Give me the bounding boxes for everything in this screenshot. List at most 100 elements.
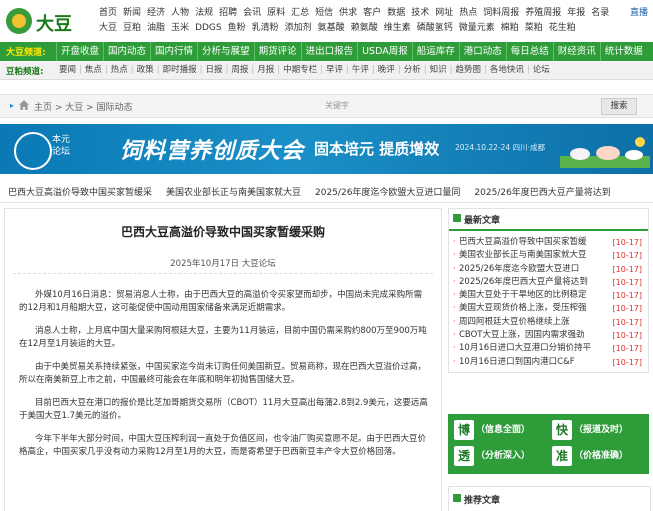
top-nav-link[interactable]: 菜粕 — [522, 21, 546, 36]
top-nav-link[interactable]: 客户 — [360, 6, 384, 21]
list-item-title[interactable]: 美国大豆处于干旱地区的比例稳定 — [459, 290, 587, 300]
list-item[interactable]: · 10月16日进口到国内港口C&F [10-17] — [453, 356, 644, 369]
top-nav-link[interactable]: 网址 — [432, 6, 456, 21]
top-nav-link[interactable]: 花生粕 — [546, 21, 579, 36]
soybean-channel-link[interactable]: 国内动态 — [103, 42, 150, 61]
latest-articles-box: 最新文章 · 巴西大豆高溢价导致中国买家暂缓 [10-17] · 美国农业部长正与南美国… — [448, 208, 649, 373]
site-logo[interactable]: 大豆 — [6, 6, 78, 36]
soybean-channel-link[interactable]: USDA周报 — [357, 42, 412, 61]
live-link[interactable]: 直播 — [627, 6, 651, 21]
meal-channel-link[interactable]: 分析 — [401, 62, 424, 79]
event-banner[interactable]: 本元 论坛 饲料营养创质大会 固本培元 提质增效 2024.10.22-24 四… — [0, 124, 653, 174]
meal-channel-link[interactable]: 各地快讯 — [487, 62, 527, 79]
meal-channel-link[interactable]: 要闻 — [56, 62, 79, 79]
meal-channel-link[interactable]: 日报 — [202, 62, 225, 79]
top-nav-link[interactable]: 油脂 — [144, 21, 168, 36]
meal-channel-link[interactable]: 知识 — [427, 62, 450, 79]
article-panel: 巴西大豆高溢价导致中国买家暂缓采购 2025年10月17日 大豆论坛 外媒10月… — [4, 208, 442, 511]
top-nav-link[interactable]: 饲料周报 — [480, 6, 522, 21]
list-item-title[interactable]: 10月16日进口到国内港口C&F — [459, 357, 575, 367]
soybean-channel-link[interactable]: 港口动态 — [458, 42, 506, 61]
top-nav-link[interactable]: 玉米 — [168, 21, 192, 36]
top-nav-link[interactable]: 经济 — [144, 6, 168, 21]
top-nav-link[interactable]: 短信 — [312, 6, 336, 21]
top-nav-link[interactable]: 汇总 — [288, 6, 312, 21]
list-item-date: [10-17] — [612, 238, 643, 247]
top-nav-link[interactable]: 氨基酸 — [315, 21, 348, 36]
top-nav-link[interactable]: DDGS — [192, 21, 225, 36]
top-nav-link[interactable]: 添加剂 — [282, 21, 315, 36]
top-nav-link[interactable]: 热点 — [456, 6, 480, 21]
meal-channel-link[interactable]: 月报 — [254, 62, 277, 79]
top-nav-link[interactable]: 会讯 — [240, 6, 264, 21]
breadcrumb-path[interactable]: 主页 > 大豆 > 国际动态 — [34, 100, 133, 113]
list-item[interactable]: · 美国大豆现货价格上涨，受压榨强 [10-17] — [453, 302, 644, 315]
soybean-channel-link[interactable]: 开盘收盘 — [56, 42, 103, 61]
soybean-channel-link[interactable]: 船运库存 — [411, 42, 459, 61]
list-item-title[interactable]: 周四阿根廷大豆价格继续上涨 — [459, 317, 570, 327]
soybean-channel-link[interactable]: 国内行情 — [150, 42, 197, 61]
meal-channel-link[interactable]: 中期专栏 — [280, 62, 320, 79]
top-nav-link[interactable]: 原料 — [264, 6, 288, 21]
list-item-title[interactable]: 2025/26年度迄今欧盟大豆进口 — [459, 264, 579, 274]
list-item-title[interactable]: 巴西大豆高溢价导致中国买家暂缓 — [459, 237, 587, 247]
soybean-channel-link[interactable]: 统计数据 — [599, 42, 647, 61]
top-nav-link[interactable]: 技术 — [408, 6, 432, 21]
list-item[interactable]: · 10月16日进口大豆港口分销价持平 [10-17] — [453, 342, 644, 355]
list-item-title[interactable]: 美国农业部长正与南美国家就大豆 — [459, 250, 587, 260]
soybean-channel-link[interactable]: 每日总结 — [505, 42, 553, 61]
top-nav-link[interactable]: 新闻 — [120, 6, 144, 21]
top-nav-link[interactable]: 年报 — [564, 6, 588, 21]
list-item-title[interactable]: CBOT大豆上涨，因国内需求强劲 — [459, 330, 585, 340]
meal-channel-link[interactable]: 焦点 — [82, 62, 105, 79]
top-nav-link[interactable]: 乳清粉 — [249, 21, 282, 36]
latest-articles-header: 最新文章 — [449, 209, 648, 231]
meal-channel-link[interactable]: 周报 — [228, 62, 251, 79]
meal-channel-link[interactable]: 政策 — [134, 62, 157, 79]
soybean-channel-link[interactable]: 分析与展望 — [197, 42, 254, 61]
search-input[interactable]: 关键字 — [325, 100, 349, 111]
top-nav-link[interactable]: 招聘 — [216, 6, 240, 21]
top-nav-link[interactable]: 鱼粉 — [225, 21, 249, 36]
top-nav-link[interactable]: 豆粕 — [120, 21, 144, 36]
meal-channel-link[interactable]: 午评 — [349, 62, 372, 79]
top-nav-link[interactable]: 微量元素 — [456, 21, 498, 36]
meal-channel-link[interactable]: 论坛 — [530, 62, 553, 79]
list-item[interactable]: · CBOT大豆上涨，因国内需求强劲 [10-17] — [453, 329, 644, 342]
top-nav-link[interactable]: 棉粕 — [498, 21, 522, 36]
top-nav-link[interactable]: 养殖周报 — [522, 6, 564, 21]
top-nav-link[interactable]: 首页 — [96, 6, 120, 21]
list-item[interactable]: · 美国农业部长正与南美国家就大豆 [10-17] — [453, 249, 644, 262]
list-item[interactable]: · 美国大豆处于干旱地区的比例稳定 [10-17] — [453, 289, 644, 302]
list-item-title[interactable]: 10月16日进口大豆港口分销价持平 — [459, 343, 591, 353]
meal-channel-link[interactable]: 即时播报 — [160, 62, 200, 79]
top-nav-link[interactable]: 供求 — [336, 6, 360, 21]
meal-channel-link[interactable]: 晚评 — [375, 62, 398, 79]
list-item-title[interactable]: 美国大豆现货价格上涨，受压榨强 — [459, 303, 587, 313]
promo-grid[interactable]: 博（信息全面）快（报道及时）透（分析深入）准（价格准确） — [448, 414, 649, 474]
top-nav-link[interactable]: 大豆 — [96, 21, 120, 36]
top-nav-link[interactable]: 法规 — [192, 6, 216, 21]
top-nav-link[interactable]: 赖氨酸 — [348, 21, 381, 36]
top-nav-link[interactable]: 维生素 — [381, 21, 414, 36]
list-item[interactable]: · 周四阿根廷大豆价格继续上涨 [10-17] — [453, 316, 644, 329]
top-nav-link[interactable]: 名录 — [588, 6, 612, 21]
top-nav-link[interactable]: 人物 — [168, 6, 192, 21]
ticker-headline[interactable]: 美国农业部长正与南美国家就大豆 — [166, 185, 301, 198]
top-nav-link[interactable]: 磷酸氢钙 — [414, 21, 456, 36]
soybean-channel-link[interactable]: 期货评论 — [253, 42, 301, 61]
list-item[interactable]: · 巴西大豆高溢价导致中国买家暂缓 [10-17] — [453, 236, 644, 249]
meal-channel-link[interactable]: 趋势图 — [452, 62, 484, 79]
ticker-headline[interactable]: 2025/26年度巴西大豆产量将达到 — [474, 185, 610, 198]
soybean-channel-link[interactable]: 财经资讯 — [552, 42, 600, 61]
ticker-headline[interactable]: 巴西大豆高溢价导致中国买家暂缓采 — [8, 185, 152, 198]
meal-channel-link[interactable]: 热点 — [108, 62, 131, 79]
list-item[interactable]: · 2025/26年度巴西大豆产量将达到 [10-17] — [453, 276, 644, 289]
soybean-channel-link[interactable]: 进出口报告 — [300, 42, 358, 61]
ticker-headline[interactable]: 2025/26年度迄今欧盟大豆进口量同 — [315, 185, 460, 198]
meal-channel-link[interactable]: 早评 — [323, 62, 346, 79]
search-button[interactable]: 搜索 — [601, 98, 637, 115]
list-item[interactable]: · 2025/26年度迄今欧盟大豆进口 [10-17] — [453, 263, 644, 276]
list-item-title[interactable]: 2025/26年度巴西大豆产量将达到 — [459, 277, 588, 287]
top-nav-link[interactable]: 数据 — [384, 6, 408, 21]
